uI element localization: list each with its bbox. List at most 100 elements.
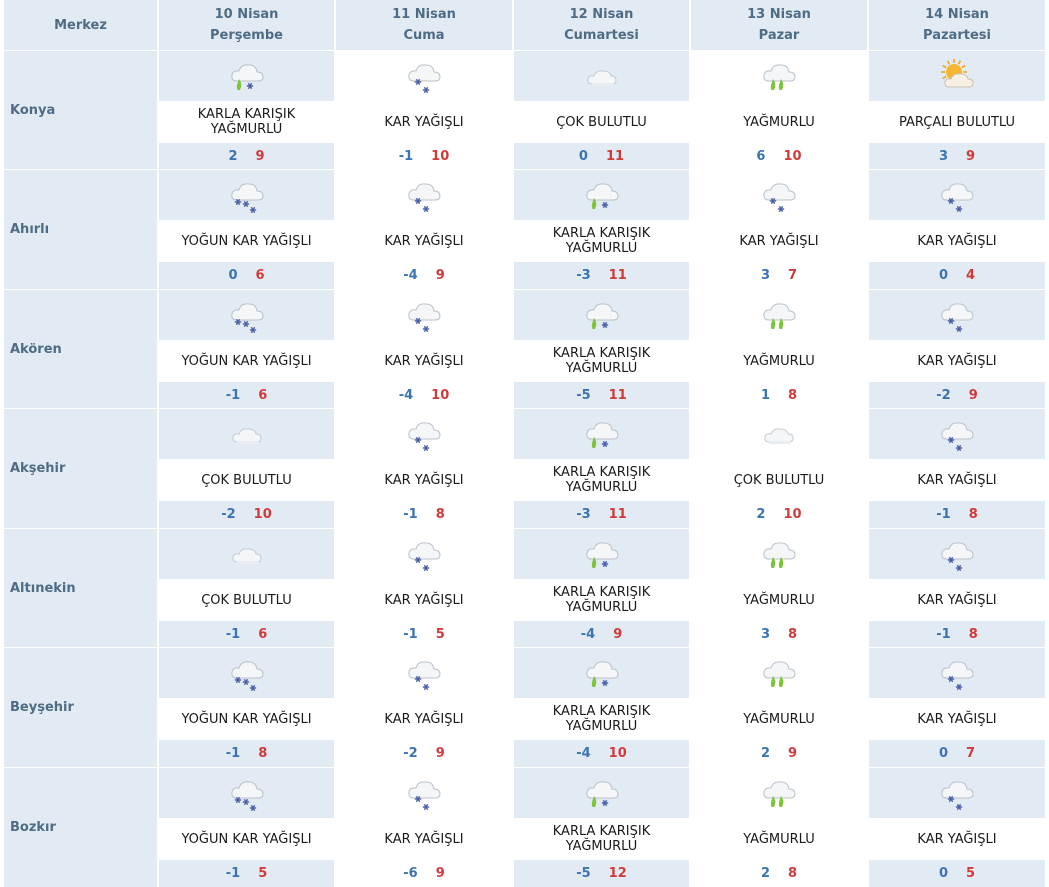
condition-text: YAĞMURLU — [691, 340, 867, 382]
max-temp: 9 — [788, 746, 798, 761]
temperature-row: 6 10 — [691, 143, 867, 169]
min-temp: -1 — [225, 626, 241, 642]
min-temp: -2 — [221, 507, 236, 522]
header-date: 14 Nisan — [925, 7, 989, 22]
cloud-icon — [228, 535, 266, 573]
forecast-cell: KAR YAĞIŞLI 0 4 — [869, 170, 1045, 289]
cloud-snow-icon — [405, 296, 443, 334]
temperature-row: -1 8 — [336, 501, 512, 528]
condition-text: KAR YAĞIŞLI — [869, 818, 1045, 860]
min-temp: 2 — [756, 507, 766, 522]
forecast-cell: KAR YAĞIŞLI -2 9 — [336, 648, 512, 767]
cloud-snow-icon — [938, 296, 976, 334]
min-temp: -5 — [576, 387, 591, 403]
temperature-row: 37 — [691, 262, 867, 289]
temperature-row: -2 10 — [159, 501, 334, 528]
temperature-row: -3 11 — [514, 501, 689, 528]
cloud-heavy-snow-icon — [228, 654, 266, 692]
icon-row — [691, 768, 867, 818]
min-temp: -1 — [225, 866, 241, 881]
min-temp: -2 — [403, 746, 418, 761]
min-temp: 0 — [578, 148, 588, 164]
condition-text: KAR YAĞIŞLI — [869, 340, 1045, 382]
max-temp: 8 — [968, 626, 978, 642]
header-merkez: Merkez — [4, 0, 157, 50]
temperature-row: -1 10 — [336, 143, 512, 169]
icon-row — [869, 170, 1045, 220]
condition-text: KARLA KARIŞIK YAĞMURLU — [514, 818, 689, 860]
condition-text: ÇOK BULUTLU — [514, 101, 689, 143]
condition-text: ÇOK BULUTLU — [159, 459, 334, 501]
forecast-cell: KARLA KARIŞIK YAĞMURLU -5 12 — [514, 768, 689, 887]
max-temp: 11 — [608, 507, 627, 522]
min-temp: -1 — [398, 148, 414, 164]
cloud-rain-snow-icon — [583, 774, 621, 812]
min-temp: -5 — [576, 866, 591, 881]
header-date: 10 Nisan — [214, 7, 279, 22]
header-day-2: 11 Nisan Cuma — [336, 0, 512, 50]
icon-row — [514, 648, 689, 698]
forecast-cell: YAĞMURLU 6 10 — [691, 51, 867, 169]
city-name: Beyşehir — [4, 648, 157, 767]
max-temp: 8 — [788, 626, 798, 642]
temperature-row: -1 6 — [159, 621, 334, 647]
forecast-cell: YOĞUN KAR YAĞIŞLI 0 6 — [159, 170, 334, 289]
city-name: Akören — [4, 290, 157, 408]
cloud-icon — [228, 415, 266, 453]
min-temp: 1 — [760, 387, 770, 403]
forecast-cell: KAR YAĞIŞLI -1 5 — [336, 529, 512, 647]
temperature-row: 39 — [869, 143, 1045, 169]
icon-row — [159, 768, 334, 818]
cloud-snow-icon — [405, 654, 443, 692]
icon-row — [691, 409, 867, 459]
cloud-snow-icon — [405, 535, 443, 573]
forecast-cell: KAR YAĞIŞLI 0 5 — [869, 768, 1045, 887]
min-temp: -4 — [576, 746, 591, 761]
icon-row — [691, 51, 867, 101]
min-temp: 0 — [938, 866, 948, 881]
icon-row — [336, 409, 512, 459]
temperature-row: -4 10 — [336, 382, 512, 408]
cloud-heavy-snow-icon — [228, 176, 266, 214]
max-temp: 11 — [605, 148, 625, 164]
icon-row — [691, 170, 867, 220]
city-name: Bozkır — [4, 768, 157, 887]
icon-row — [869, 290, 1045, 340]
min-temp: -1 — [936, 507, 951, 522]
cloud-icon — [760, 415, 798, 453]
temperature-row: 0 11 — [514, 143, 689, 169]
forecast-cell: KAR YAĞIŞLI -1 8 — [336, 409, 512, 528]
min-temp: 3 — [938, 148, 948, 164]
forecast-cell: PARÇALI BULUTLU 3 9 — [869, 51, 1045, 169]
temperature-row: -1 6 — [159, 382, 334, 408]
cloud-rain-icon — [760, 296, 798, 334]
max-temp: 9 — [255, 148, 265, 164]
forecast-cell: KARLA KARIŞIK YAĞMURLU -3 11 — [514, 170, 689, 289]
max-temp: 4 — [966, 268, 976, 283]
max-temp: 11 — [608, 387, 627, 403]
max-temp: 8 — [788, 387, 798, 403]
min-temp: 3 — [760, 268, 770, 283]
icon-row — [514, 768, 689, 818]
forecast-cell: KAR YAĞIŞLI 3 7 — [691, 170, 867, 289]
forecast-table: Merkez 10 Nisan Perşembe 11 Nisan Cuma 1… — [0, 0, 1049, 887]
cloud-rain-snow-icon — [228, 57, 266, 95]
cloud-snow-icon — [405, 57, 443, 95]
condition-text: KARLA KARIŞIK YAĞMURLU — [514, 698, 689, 740]
forecast-cell: YAĞMURLU 3 8 — [691, 529, 867, 647]
cloud-snow-icon — [938, 415, 976, 453]
forecast-cell: ÇOK BULUTLU 0 11 — [514, 51, 689, 169]
header-weekday: Pazartesi — [923, 28, 991, 43]
header-weekday: Cuma — [403, 28, 445, 43]
temperature-row: 18 — [691, 382, 867, 408]
cloud-rain-icon — [760, 535, 798, 573]
condition-text: YOĞUN KAR YAĞIŞLI — [159, 698, 334, 740]
forecast-cell: YAĞMURLU 1 8 — [691, 290, 867, 408]
forecast-cell: YOĞUN KAR YAĞIŞLI -1 8 — [159, 648, 334, 767]
icon-row — [869, 768, 1045, 818]
condition-text: KARLA KARIŞIK YAĞMURLU — [159, 101, 334, 143]
min-temp: -4 — [403, 268, 418, 283]
min-temp: 0 — [228, 268, 238, 283]
condition-text: KAR YAĞIŞLI — [869, 459, 1045, 501]
temperature-row: -1 5 — [159, 860, 334, 887]
